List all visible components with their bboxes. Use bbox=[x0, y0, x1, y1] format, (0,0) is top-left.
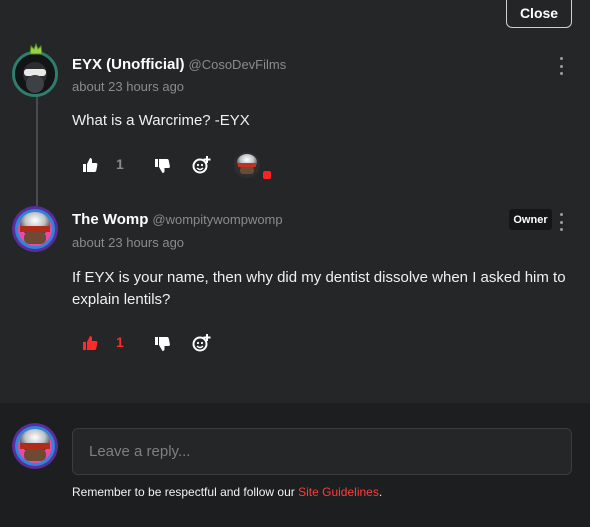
add-reaction-icon[interactable] bbox=[192, 155, 212, 175]
like-count: 1 bbox=[116, 156, 124, 172]
avatar[interactable] bbox=[12, 206, 58, 252]
thumbs-down-icon[interactable] bbox=[153, 335, 171, 353]
reaction-avatar[interactable] bbox=[233, 151, 261, 179]
guidelines-note: Remember to be respectful and follow our… bbox=[72, 485, 382, 499]
comment-timestamp: about 23 hours ago bbox=[72, 235, 185, 250]
guidelines-text: Remember to be respectful and follow our bbox=[72, 485, 299, 499]
close-button[interactable]: Close bbox=[506, 0, 572, 28]
comment-text: What is a Warcrime? -EYX bbox=[72, 112, 250, 129]
author-name[interactable]: EYX (Unofficial) bbox=[72, 56, 185, 73]
comment-text: If EYX is your name, then why did my den… bbox=[72, 269, 566, 308]
guidelines-suffix: . bbox=[378, 485, 383, 499]
comment-timestamp: about 23 hours ago bbox=[72, 79, 185, 94]
author-handle[interactable]: @CosoDevFilms bbox=[189, 57, 287, 72]
more-options-icon[interactable] bbox=[555, 57, 567, 75]
author-handle[interactable]: @wompitywompwomp bbox=[152, 212, 282, 227]
comment-author[interactable]: EYX (Unofficial) @CosoDevFilms bbox=[72, 56, 286, 73]
comment-author[interactable]: The Womp @wompitywompwomp bbox=[72, 211, 283, 228]
reaction-indicator bbox=[263, 171, 271, 179]
more-options-icon[interactable] bbox=[555, 213, 567, 231]
thumbs-up-icon[interactable] bbox=[81, 334, 99, 352]
current-user-avatar bbox=[12, 423, 58, 469]
add-reaction-icon[interactable] bbox=[192, 333, 212, 353]
crown-icon bbox=[29, 43, 43, 55]
reply-input[interactable] bbox=[72, 428, 572, 475]
thumbs-down-icon[interactable] bbox=[153, 157, 171, 175]
author-name[interactable]: The Womp bbox=[72, 211, 148, 228]
avatar[interactable] bbox=[12, 51, 58, 97]
thread-line bbox=[36, 96, 38, 206]
thumbs-up-icon[interactable] bbox=[81, 156, 99, 174]
site-guidelines-link[interactable]: Site Guidelines bbox=[298, 485, 379, 499]
like-count: 1 bbox=[116, 334, 124, 350]
owner-badge: Owner bbox=[509, 209, 552, 230]
